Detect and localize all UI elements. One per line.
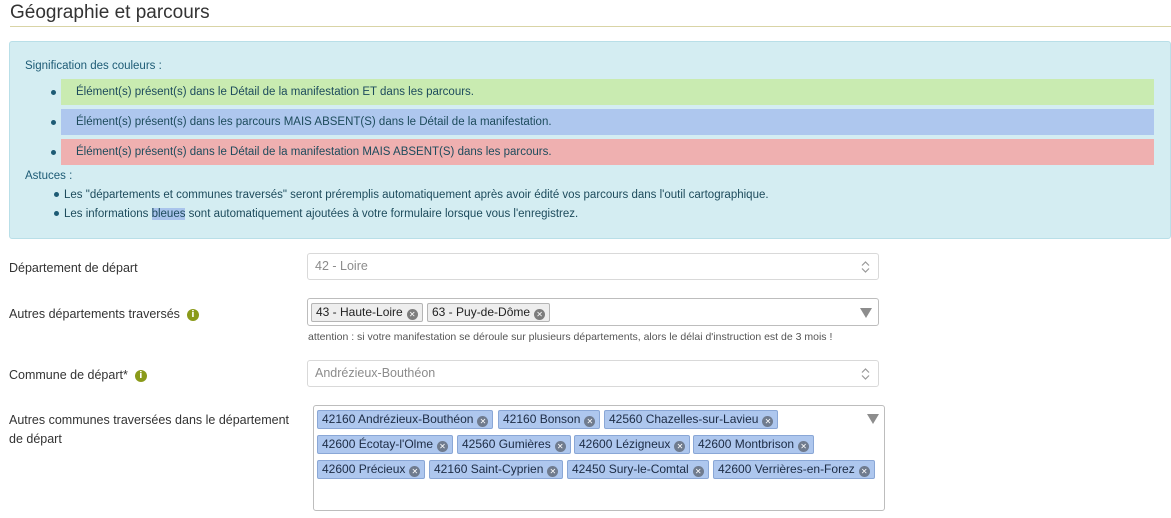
selected-tag: 42600 Lézigneux ✕ [574, 435, 691, 454]
remove-tag-icon[interactable]: ✕ [762, 416, 774, 427]
legend-row-green: Élément(s) présent(s) dans le Détail de … [61, 79, 1154, 105]
selected-tag: 42560 Gumières ✕ [457, 435, 571, 454]
remove-tag-icon[interactable]: ✕ [547, 466, 559, 477]
info-icon[interactable]: i [134, 369, 147, 382]
legend-bullet [51, 150, 56, 155]
selected-tag: 42600 Verrières-en-Forez ✕ [713, 460, 875, 479]
info-icon[interactable]: i [186, 308, 199, 321]
dropdown-caret-icon[interactable] [860, 308, 872, 318]
remove-tag-icon[interactable]: ✕ [692, 466, 704, 477]
selected-tag: 42600 Précieux ✕ [317, 460, 426, 479]
selected-tag: 42450 Sury-le-Comtal ✕ [567, 460, 709, 479]
legend-bullet [51, 90, 56, 95]
departement-depart-label: Département de départ [9, 261, 138, 275]
selected-tag: 42160 Saint-Cyprien ✕ [429, 460, 564, 479]
remove-tag-icon[interactable]: ✕ [534, 309, 546, 320]
legend-row-blue: Élément(s) présent(s) dans les parcours … [61, 109, 1154, 135]
remove-tag-icon[interactable]: ✕ [674, 441, 686, 452]
autres-departements-label: Autres départements traversés i [9, 305, 199, 324]
section-title: Géographie et parcours [10, 2, 1171, 27]
commune-depart-label: Commune de départ* i [9, 366, 147, 385]
remove-tag-icon[interactable]: ✕ [406, 309, 418, 320]
remove-tag-icon[interactable]: ✕ [858, 466, 870, 477]
color-legend-box: Signification des couleurs : Élément(s) … [9, 41, 1171, 239]
autres-communes-multiselect[interactable]: 42160 Andrézieux-Bouthéon ✕ 42160 Bonson ✕… [313, 405, 885, 511]
updown-chevron-icon [861, 261, 870, 273]
legend-bullet [51, 120, 56, 125]
help-text: attention : si votre manifestation se dé… [308, 331, 833, 343]
remove-tag-icon[interactable]: ✕ [798, 441, 810, 452]
autres-departements-multiselect[interactable]: 43 - Haute-Loire ✕ 63 - Puy-de-Dôme ✕ [307, 298, 879, 326]
selected-tag: 63 - Puy-de-Dôme ✕ [427, 303, 551, 322]
departement-depart-select[interactable]: 42 - Loire [307, 253, 879, 280]
commune-depart-select[interactable]: Andrézieux-Bouthéon [307, 360, 879, 387]
autres-communes-label: Autres communes traversées dans le dépar… [9, 413, 289, 427]
selected-tag: 42160 Andrézieux-Bouthéon ✕ [317, 410, 494, 429]
tip-item: Les "départements et communes traversés"… [54, 189, 769, 201]
selected-tag: 43 - Haute-Loire ✕ [311, 303, 423, 322]
updown-chevron-icon [861, 368, 870, 380]
selected-tag: 42560 Chazelles-sur-Lavieu ✕ [604, 410, 779, 429]
remove-tag-icon[interactable]: ✕ [584, 416, 596, 427]
selected-tag: 42600 Montbrison ✕ [693, 435, 815, 454]
legend-heading: Signification des couleurs : [25, 60, 162, 72]
remove-tag-icon[interactable]: ✕ [554, 441, 566, 452]
tips-heading: Astuces : [25, 170, 73, 182]
remove-tag-icon[interactable]: ✕ [437, 441, 449, 452]
remove-tag-icon[interactable]: ✕ [477, 416, 489, 427]
legend-row-red: Élément(s) présent(s) dans le Détail de … [61, 139, 1154, 165]
remove-tag-icon[interactable]: ✕ [409, 466, 421, 477]
autres-communes-label-line2: de départ [9, 432, 62, 446]
tip-item: Les informations bleues sont automatique… [54, 208, 578, 220]
selected-tag: 42160 Bonson ✕ [498, 410, 601, 429]
commune-depart-value: Andrézieux-Bouthéon [315, 366, 436, 380]
selected-tag: 42600 Écotay-l'Olme ✕ [317, 435, 454, 454]
dropdown-caret-icon[interactable] [867, 414, 879, 424]
departement-depart-value: 42 - Loire [315, 259, 368, 273]
highlighted-word: bleues [151, 208, 186, 220]
